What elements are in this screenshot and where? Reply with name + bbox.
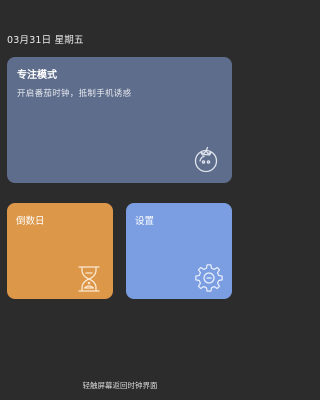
return-to-clock-hint: 轻触屏幕返回时钟界面	[82, 381, 158, 390]
countdown-days-label: 倒数日	[16, 216, 45, 227]
focus-mode-subtitle: 开启番茄时钟，抵制手机诱惑	[17, 89, 132, 99]
home-screen[interactable]: 03月31日 星期五 专注模式 开启番茄时钟，抵制手机诱惑 倒数日 设置 轻触屏…	[0, 0, 240, 400]
focus-mode-card[interactable]: 专注模式 开启番茄时钟，抵制手机诱惑	[7, 57, 232, 183]
gear-icon	[195, 264, 223, 292]
settings-label: 设置	[135, 216, 155, 227]
date-display: 03月31日 星期五	[7, 35, 84, 46]
settings-tile[interactable]: 设置	[126, 203, 232, 299]
hourglass-icon	[78, 266, 100, 292]
tomato-icon	[194, 146, 218, 173]
focus-mode-title: 专注模式	[17, 70, 57, 81]
countdown-days-tile[interactable]: 倒数日	[7, 203, 113, 299]
